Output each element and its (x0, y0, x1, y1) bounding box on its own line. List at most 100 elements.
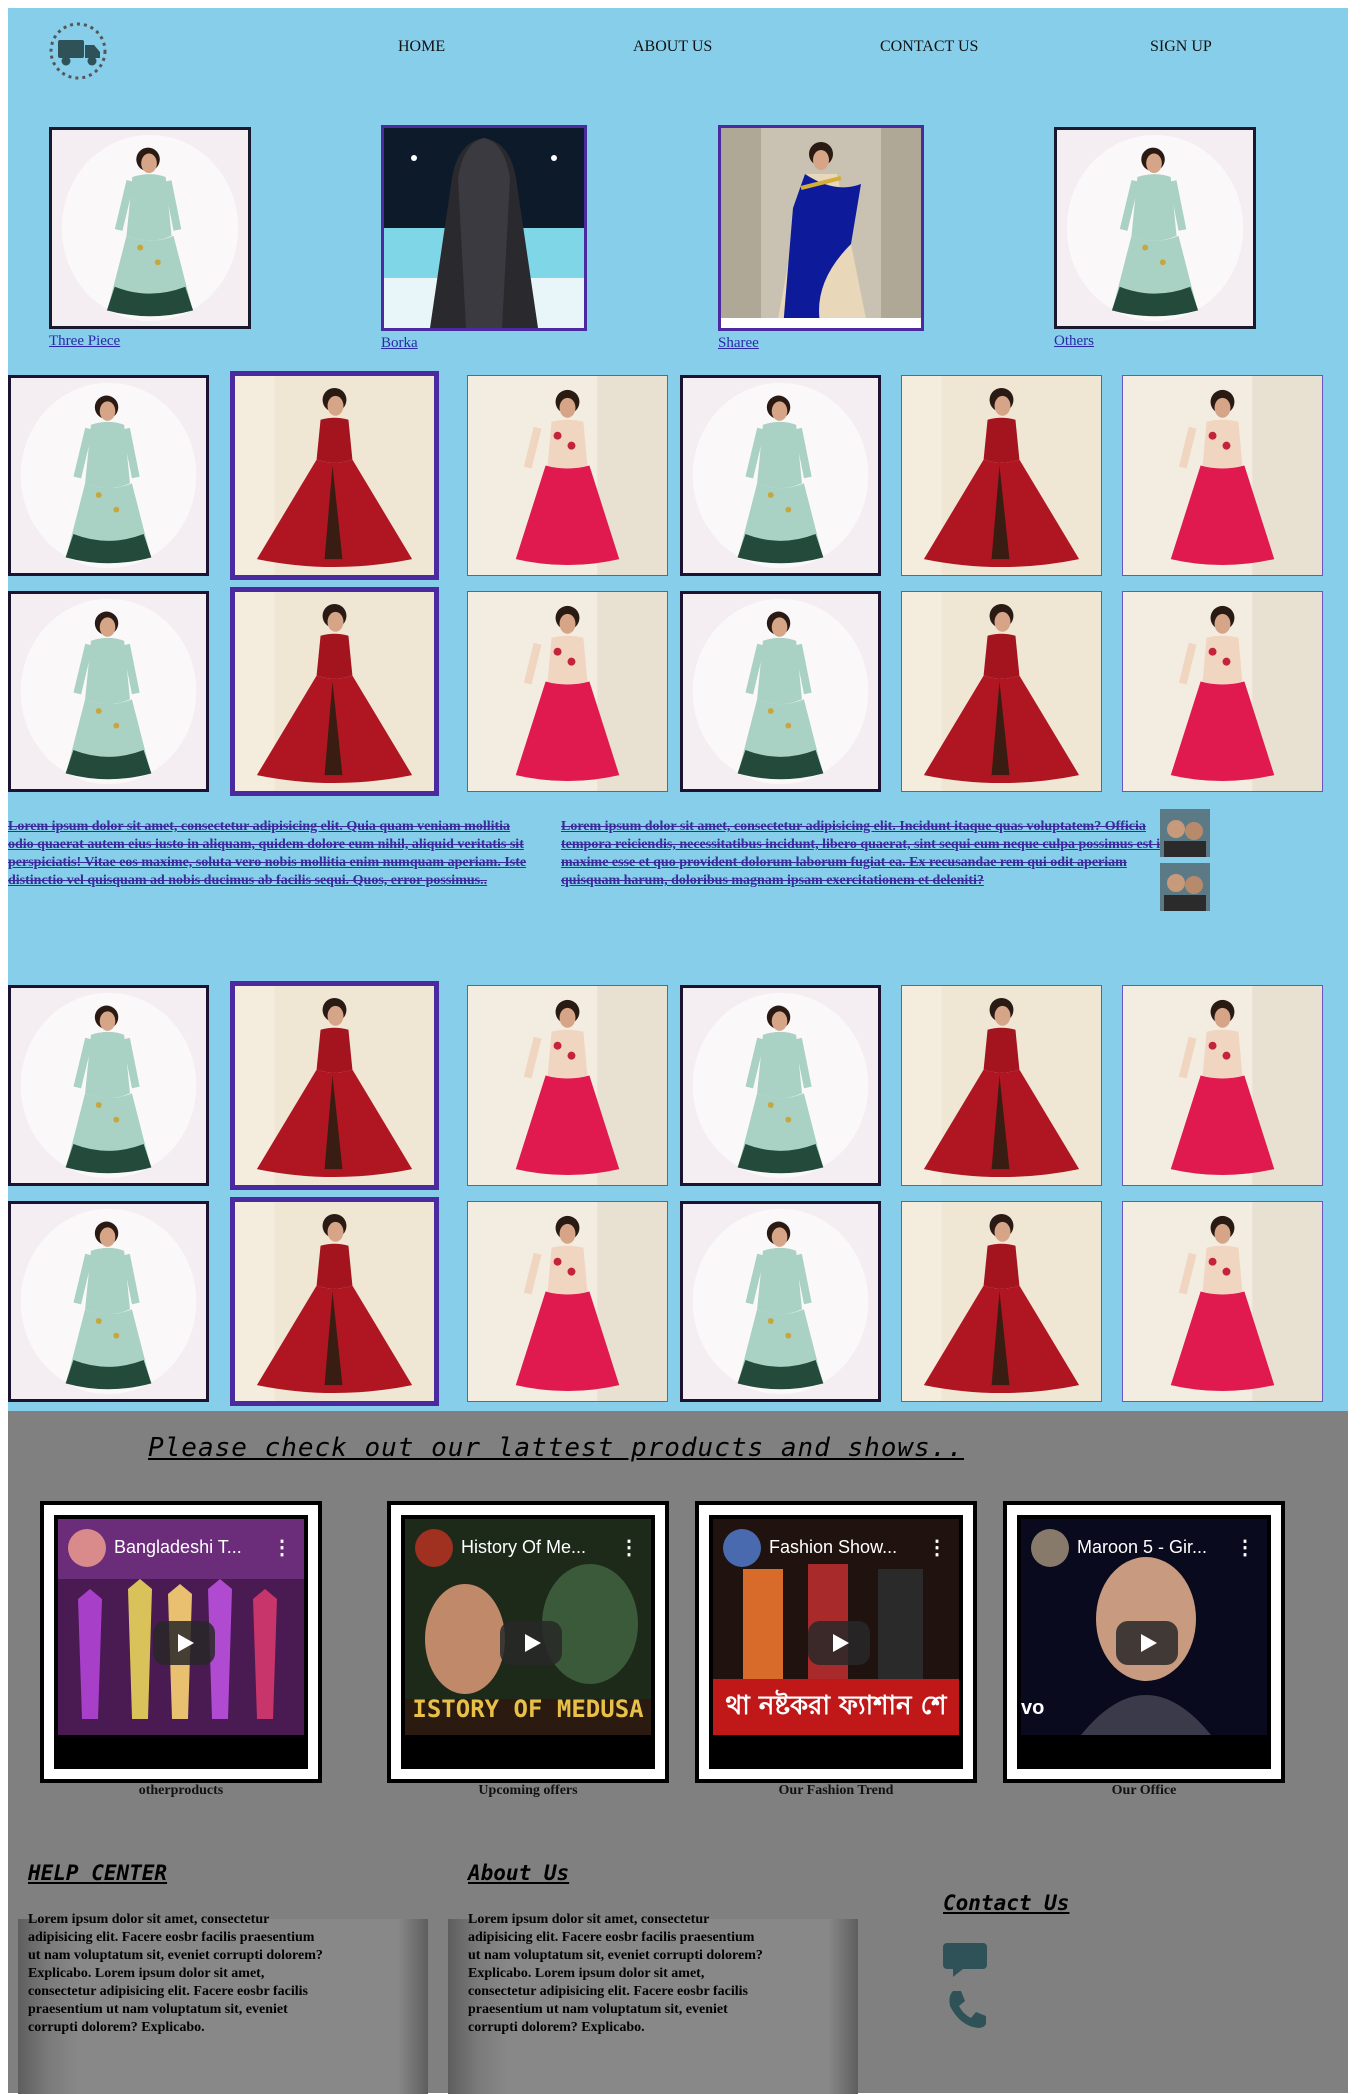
about-us-heading: About Us (468, 1861, 570, 1885)
product-image (468, 986, 667, 1185)
product-tile[interactable] (901, 1201, 1102, 1402)
more-vert-icon[interactable]: ⋮ (272, 1535, 292, 1560)
product-tile[interactable] (901, 591, 1102, 792)
category-borka[interactable]: Borka (381, 125, 587, 352)
more-vert-icon[interactable]: ⋮ (1235, 1535, 1255, 1560)
video-caption: otherproducts (138, 1783, 224, 1798)
product-image (235, 592, 434, 791)
product-image (683, 594, 878, 789)
lorem-text-left[interactable]: Lorem ipsum dolor sit amet, consectetur … (8, 818, 536, 890)
product-image (235, 376, 434, 575)
product-tile[interactable] (8, 375, 209, 576)
product-image (683, 988, 878, 1183)
play-icon[interactable] (1116, 1621, 1178, 1665)
product-image (683, 1204, 878, 1399)
help-center-heading: HELP CENTER (28, 1861, 168, 1885)
help-center-text: Lorem ipsum dolor sit amet, consectetur … (28, 1912, 323, 2035)
video-overlay-text: vo (1021, 1697, 1045, 1719)
more-vert-icon[interactable]: ⋮ (619, 1535, 639, 1560)
product-tile[interactable] (680, 375, 881, 576)
product-image (1123, 592, 1322, 791)
video-card[interactable]: ISTORY OF MEDUSA History Of Me... ⋮ (387, 1501, 669, 1783)
category-others[interactable]: Others (1054, 127, 1256, 350)
channel-avatar[interactable] (68, 1529, 106, 1567)
video-card[interactable]: Bangladeshi T... ⋮ (40, 1501, 322, 1783)
video-player[interactable]: Bangladeshi T... ⋮ (54, 1515, 308, 1769)
product-tile[interactable] (1122, 591, 1323, 792)
video-player[interactable]: ISTORY OF MEDUSA History Of Me... ⋮ (401, 1515, 655, 1769)
product-image (683, 378, 878, 573)
play-icon[interactable] (153, 1621, 215, 1665)
chat-bubble-icon[interactable] (943, 1941, 987, 1982)
video-caption: Upcoming offers (478, 1783, 578, 1798)
product-tile[interactable] (1122, 985, 1323, 1186)
product-tile[interactable] (467, 591, 668, 792)
thumbnail-couple[interactable] (1160, 809, 1210, 857)
product-tile[interactable] (230, 981, 439, 1190)
product-tile[interactable] (680, 985, 881, 1186)
video-card[interactable]: থা নষ্টকরা ফ্যাশান শে Fashion Show... ⋮ (695, 1501, 977, 1783)
product-image (1123, 376, 1322, 575)
nav-home[interactable]: HOME (398, 38, 445, 56)
category-link[interactable]: Sharee (718, 335, 924, 352)
product-image (235, 1202, 434, 1401)
channel-avatar[interactable] (415, 1529, 453, 1567)
product-tile[interactable] (467, 985, 668, 1186)
category-image[interactable] (381, 125, 587, 331)
contact-us-heading: Contact Us (943, 1891, 1070, 1915)
category-three-piece[interactable]: Three Piece (49, 127, 251, 350)
category-link[interactable]: Others (1054, 333, 1256, 350)
product-tile[interactable] (1122, 375, 1323, 576)
product-image (468, 376, 667, 575)
category-sharee[interactable]: Sharee (718, 125, 924, 352)
product-tile[interactable] (680, 1201, 881, 1402)
phone-icon[interactable] (943, 1987, 987, 2036)
video-player[interactable]: vo Maroon 5 - Gir... ⋮ (1017, 1515, 1271, 1769)
lorem-text-right[interactable]: Lorem ipsum dolor sit amet, consectetur … (561, 818, 1169, 890)
thumbnail-couple[interactable] (1160, 863, 1210, 911)
product-tile[interactable] (680, 591, 881, 792)
product-image (11, 988, 206, 1183)
video-card[interactable]: vo Maroon 5 - Gir... ⋮ (1003, 1501, 1285, 1783)
nav-sign-up[interactable]: SIGN UP (1150, 38, 1212, 56)
nav-contact-us[interactable]: CONTACT US (880, 38, 978, 56)
category-link[interactable]: Three Piece (49, 333, 251, 350)
video-title[interactable]: History Of Me... (461, 1537, 586, 1558)
product-image (1123, 986, 1322, 1185)
channel-avatar[interactable] (1031, 1529, 1069, 1567)
nav-about-us[interactable]: ABOUT US (633, 38, 712, 56)
video-title[interactable]: Bangladeshi T... (114, 1537, 242, 1558)
product-image (1123, 1202, 1322, 1401)
category-image[interactable] (718, 125, 924, 331)
product-tile[interactable] (230, 1197, 439, 1406)
more-vert-icon[interactable]: ⋮ (927, 1535, 947, 1560)
product-image (11, 378, 206, 573)
category-link[interactable]: Borka (381, 335, 587, 352)
product-image (902, 1202, 1101, 1401)
video-overlay-text: ISTORY OF MEDUSA (412, 1695, 644, 1723)
video-title[interactable]: Fashion Show... (769, 1537, 897, 1558)
product-tile[interactable] (8, 591, 209, 792)
channel-avatar[interactable] (723, 1529, 761, 1567)
category-image[interactable] (1054, 127, 1256, 329)
product-image (902, 592, 1101, 791)
product-tile[interactable] (8, 985, 209, 1186)
page: HOME ABOUT US CONTACT US SIGN UP Three P… (8, 8, 1348, 2094)
product-tile[interactable] (467, 1201, 668, 1402)
product-tile[interactable] (8, 1201, 209, 1402)
product-tile[interactable] (467, 375, 668, 576)
category-image[interactable] (49, 127, 251, 329)
top-section: HOME ABOUT US CONTACT US SIGN UP Three P… (8, 8, 1348, 1411)
video-player[interactable]: থা নষ্টকরা ফ্যাশান শে Fashion Show... ⋮ (709, 1515, 963, 1769)
product-tile[interactable] (901, 985, 1102, 1186)
product-tile[interactable] (230, 587, 439, 796)
play-icon[interactable] (500, 1621, 562, 1665)
product-tile[interactable] (230, 371, 439, 580)
product-tile[interactable] (1122, 1201, 1323, 1402)
product-tile[interactable] (901, 375, 1102, 576)
play-icon[interactable] (808, 1621, 870, 1665)
video-title[interactable]: Maroon 5 - Gir... (1077, 1537, 1207, 1558)
product-image (235, 986, 434, 1185)
delivery-truck-icon[interactable] (48, 21, 108, 81)
video-caption: Our Office (1111, 1783, 1177, 1798)
